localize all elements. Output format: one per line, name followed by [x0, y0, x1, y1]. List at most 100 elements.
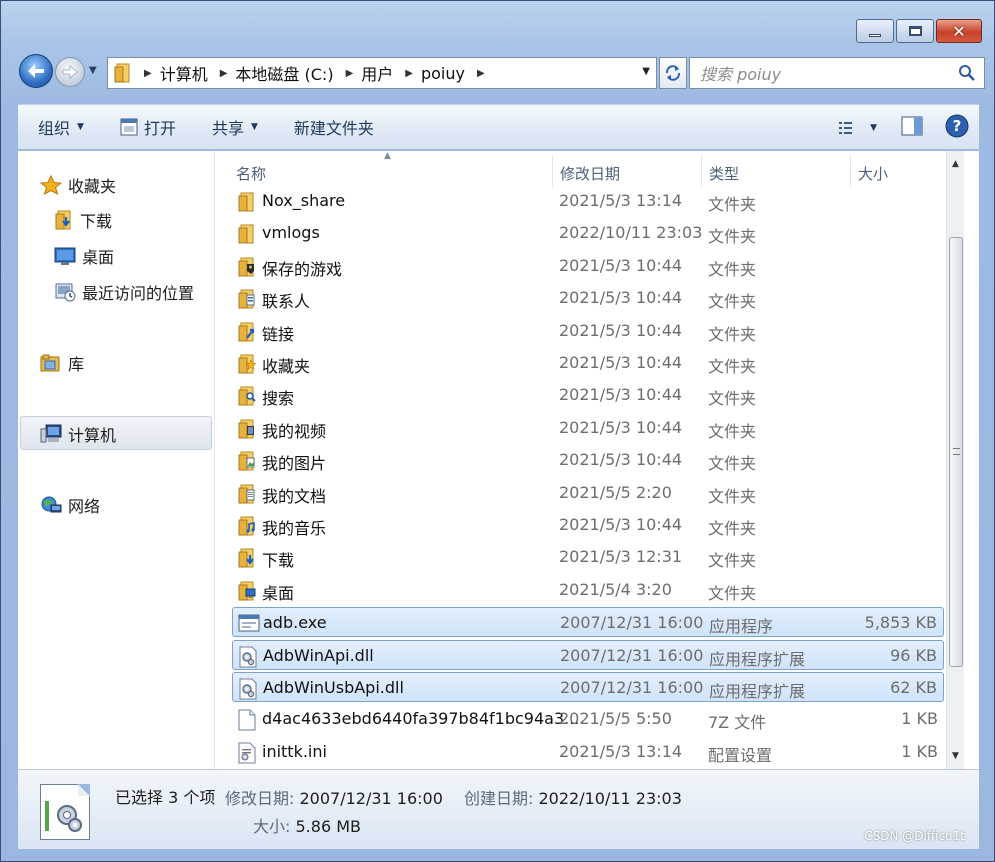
breadcrumb-separator-icon[interactable]: ▶ — [405, 68, 413, 79]
column-divider[interactable] — [552, 155, 553, 187]
sidebar-item-label: 下载 — [80, 212, 113, 231]
scroll-down-arrow-icon[interactable]: ▼ — [947, 747, 964, 765]
sidebar-item-label: 库 — [68, 355, 85, 374]
documents-folder-icon — [237, 483, 257, 509]
arrow-left-icon — [28, 64, 44, 78]
file-type: 文件夹 — [708, 519, 757, 538]
file-modified-date: 2021/5/3 10:44 — [559, 515, 683, 534]
file-modified-date: 2021/5/3 10:44 — [559, 353, 683, 372]
table-row[interactable]: 链接 2021/5/3 10:44 文件夹 — [232, 316, 944, 346]
column-divider[interactable] — [850, 155, 851, 187]
file-type: 配置设置 — [708, 745, 773, 765]
maximize-button[interactable] — [896, 19, 934, 43]
close-button[interactable]: ✕ — [936, 19, 982, 43]
table-row[interactable]: 我的图片 2021/5/3 10:44 文件夹 — [232, 445, 944, 475]
file-modified-date: 2021/5/3 10:44 — [559, 255, 683, 275]
table-row[interactable]: 我的视频 2021/5/3 10:44 文件夹 — [232, 413, 944, 443]
address-bar[interactable]: ▶ 计算机 ▶ 本地磁盘 (C:) ▶ 用户 ▶ poiuy ▶ ▼ — [107, 57, 657, 89]
file-modified-date: 2021/5/5 2:20 — [559, 482, 672, 502]
table-row[interactable]: inittk.ini 2021/5/3 13:14 配置设置 1 KB — [232, 737, 944, 767]
folder-icon — [114, 63, 130, 83]
column-divider[interactable] — [701, 155, 702, 187]
scrollbar-thumb[interactable] — [949, 237, 963, 667]
sidebar-item-favorites[interactable]: 收藏夹 — [40, 173, 116, 197]
breadcrumb-users[interactable]: 用户 — [361, 61, 393, 85]
share-menu[interactable]: 共享 ▼ — [212, 115, 258, 139]
table-row[interactable]: vmlogs 2022/10/11 23:03 文件夹 — [232, 218, 944, 248]
window-controls: ✕ — [854, 19, 982, 43]
table-row[interactable]: 我的文档 2021/5/5 2:20 文件夹 — [232, 478, 944, 508]
file-name: 我的图片 — [262, 454, 327, 474]
change-view-button[interactable]: ▼ — [838, 120, 877, 136]
file-name: 我的文档 — [262, 486, 327, 506]
help-button[interactable]: ? — [945, 114, 969, 142]
breadcrumb-local-disk[interactable]: 本地磁盘 (C:) — [235, 61, 333, 85]
sidebar-item-downloads[interactable]: 下载 — [54, 208, 112, 232]
open-button[interactable]: 打开 — [120, 115, 176, 139]
breadcrumb-separator-icon[interactable]: ▶ — [144, 68, 152, 79]
column-header-size[interactable]: 大小 — [858, 163, 888, 184]
saved-games-folder-icon — [237, 256, 257, 282]
favorites-folder-icon — [237, 353, 257, 379]
breadcrumb-separator-icon[interactable]: ▶ — [477, 68, 485, 79]
address-history-dropdown[interactable]: ▼ — [642, 66, 650, 77]
dll-icon — [238, 646, 258, 672]
breadcrumb-poiuy[interactable]: poiuy — [421, 64, 465, 83]
sidebar-item-network[interactable]: 网络 — [40, 493, 100, 517]
file-type: 文件夹 — [708, 292, 757, 312]
file-modified-date: 2021/5/3 13:14 — [559, 741, 683, 761]
column-header-type[interactable]: 类型 — [709, 163, 739, 184]
table-row[interactable]: 收藏夹 2021/5/3 10:44 文件夹 — [232, 348, 944, 378]
file-name: d4ac4633ebd6440fa397b84f1bc94a3... — [262, 709, 580, 729]
back-button[interactable] — [19, 54, 53, 88]
file-type: 文件夹 — [708, 389, 757, 409]
refresh-button[interactable] — [659, 57, 687, 89]
organize-menu[interactable]: 组织 ▼ — [38, 115, 84, 139]
table-row[interactable]: 桌面 2021/5/4 3:20 文件夹 — [232, 575, 944, 605]
sidebar-item-label: 桌面 — [82, 248, 115, 267]
table-row[interactable]: 保存的游戏 2021/5/3 10:44 文件夹 — [232, 251, 944, 281]
table-row[interactable]: adb.exe 2007/12/31 16:00 应用程序 5,853 KB — [232, 607, 944, 638]
forward-button[interactable] — [55, 57, 85, 87]
table-row[interactable]: AdbWinUsbApi.dll 2007/12/31 16:00 应用程序扩展 62… — [232, 672, 944, 702]
sidebar-item-libraries[interactable]: 库 — [40, 351, 84, 375]
column-header-name[interactable]: 名称 — [236, 163, 266, 184]
table-row[interactable]: Nox_share 2021/5/3 13:14 文件夹 — [232, 186, 944, 216]
sidebar-item-label: 最近访问的位置 — [82, 284, 195, 303]
minimize-button[interactable] — [856, 19, 894, 43]
sidebar-item-computer[interactable]: 计算机 — [40, 422, 116, 446]
file-type: 文件夹 — [708, 259, 757, 279]
sidebar-item-desktop[interactable]: 桌面 — [54, 244, 114, 268]
svg-text:?: ? — [953, 117, 962, 135]
search-icon[interactable] — [958, 64, 976, 82]
chevron-down-icon[interactable]: ▼ — [870, 123, 877, 133]
folder-icon — [237, 191, 257, 217]
watermark-text: CSDN @Difficu1t — [864, 829, 965, 843]
table-row[interactable]: 下载 2021/5/3 12:31 文件夹 — [232, 542, 944, 572]
recent-pages-dropdown[interactable]: ▼ — [89, 65, 97, 76]
breadcrumb-computer[interactable]: 计算机 — [160, 61, 208, 85]
preview-pane-button[interactable] — [901, 115, 923, 141]
vertical-scrollbar[interactable]: ▲ ▼ — [946, 151, 964, 769]
table-row[interactable]: d4ac4633ebd6440fa397b84f1bc94a3... 2021/5… — [232, 704, 944, 734]
file-modified-date: 2021/5/3 10:44 — [559, 320, 683, 340]
breadcrumb-separator-icon[interactable]: ▶ — [220, 68, 228, 79]
breadcrumb-separator-icon[interactable]: ▶ — [346, 68, 354, 79]
file-modified-date: 2021/5/3 10:44 — [559, 288, 683, 308]
table-row[interactable]: 联系人 2021/5/3 10:44 文件夹 — [232, 283, 944, 313]
table-row[interactable]: AdbWinApi.dll 2007/12/31 16:00 应用程序扩展 96 KB — [232, 639, 944, 672]
file-type: 文件夹 — [708, 357, 757, 376]
search-input[interactable]: 搜索 poiuy — [689, 57, 985, 89]
new-folder-button[interactable]: 新建文件夹 — [294, 115, 374, 139]
file-type: 文件夹 — [708, 454, 757, 474]
column-header-modified[interactable]: 修改日期 — [560, 163, 620, 184]
table-row[interactable]: 搜索 2021/5/3 10:44 文件夹 — [232, 380, 944, 410]
sidebar-item-recent-places[interactable]: 最近访问的位置 — [54, 280, 194, 304]
sidebar-item-label: 计算机 — [68, 426, 117, 445]
chevron-down-icon: ▼ — [250, 122, 258, 132]
file-name: 我的视频 — [262, 421, 327, 441]
table-row[interactable]: 我的音乐 2021/5/3 10:44 文件夹 — [232, 510, 944, 540]
file-modified-date: 2021/5/3 10:44 — [559, 450, 683, 470]
scroll-up-arrow-icon[interactable]: ▲ — [947, 155, 964, 173]
network-icon — [40, 495, 62, 515]
